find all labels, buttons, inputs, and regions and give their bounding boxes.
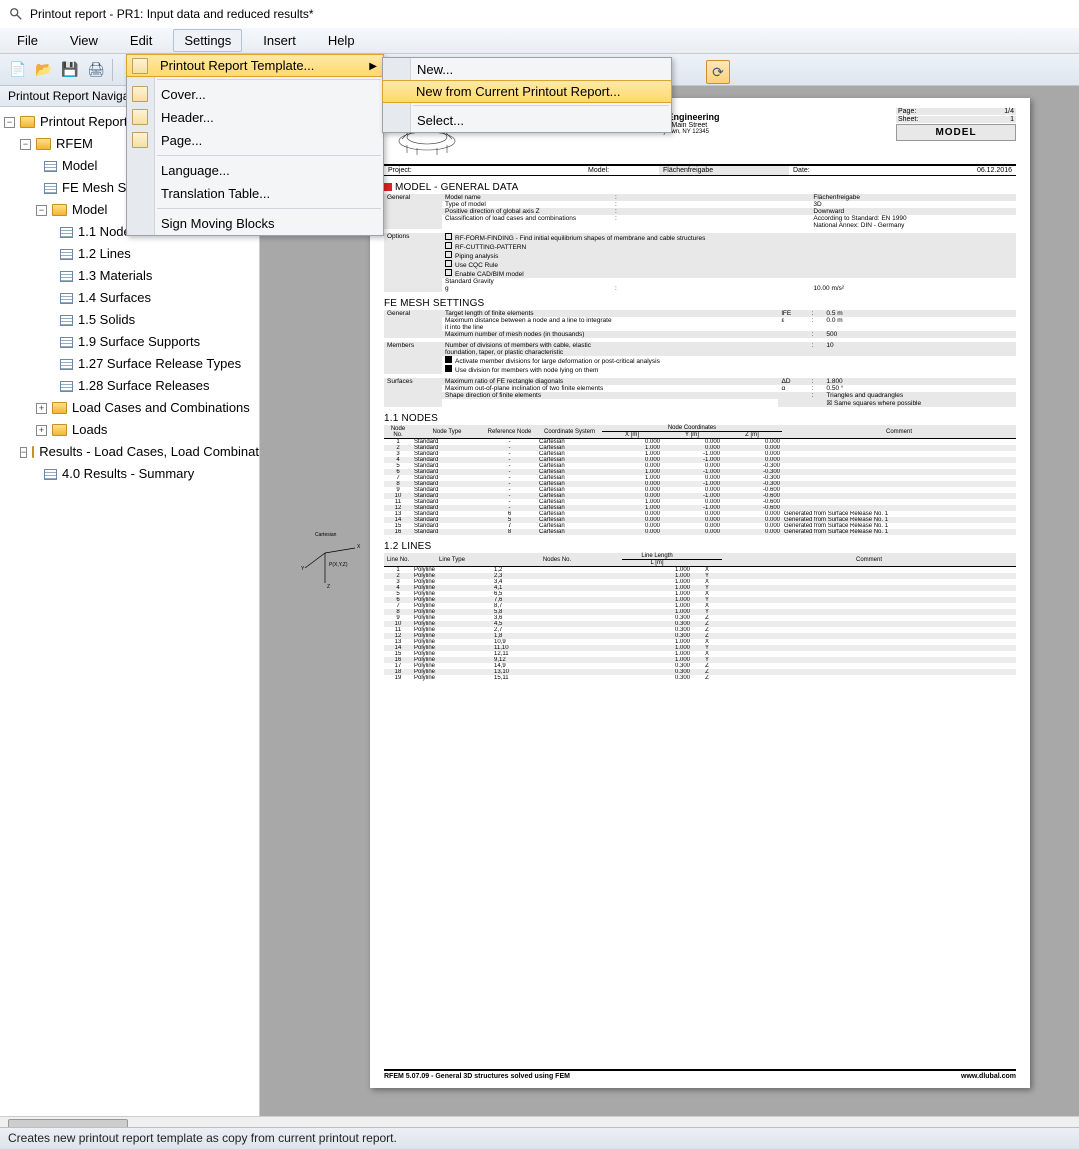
table-icon (60, 337, 73, 348)
svg-text:Y: Y (301, 566, 305, 572)
collapse-icon[interactable]: − (20, 139, 31, 150)
table-icon (60, 271, 73, 282)
folder-icon (36, 138, 51, 150)
general-data-table: GeneralModel name:Flächenfreigabe Type o… (384, 194, 1016, 292)
submenu-new[interactable]: New... (383, 58, 671, 81)
expand-icon[interactable]: + (36, 403, 47, 414)
table-icon (44, 161, 57, 172)
folder-icon (32, 446, 34, 458)
table-icon (60, 359, 73, 370)
submenu-select[interactable]: Select... (383, 109, 671, 132)
folder-icon (52, 204, 67, 216)
collapse-icon[interactable]: − (20, 447, 27, 458)
template-submenu: New... New from Current Printout Report.… (382, 57, 672, 133)
menu-file[interactable]: File (6, 29, 49, 52)
section-title: 1.1 NODES (384, 413, 1016, 424)
toolbar-open-icon[interactable]: 📂 (32, 58, 56, 82)
navigator-tree[interactable]: −Printout Report −RFEM Model FE Mesh Set… (0, 107, 259, 1116)
document-icon (132, 132, 148, 148)
settings-menu: Printout Report Template...▶ Cover... He… (126, 54, 384, 236)
menu-item-template[interactable]: Printout Report Template...▶ (126, 54, 384, 77)
document-icon (132, 58, 148, 74)
svg-text:P(X,Y,Z): P(X,Y,Z) (329, 562, 348, 568)
document-icon (132, 109, 148, 125)
menu-view[interactable]: View (59, 29, 109, 52)
table-icon (60, 227, 73, 238)
menu-edit[interactable]: Edit (119, 29, 163, 52)
toolbar-sep (112, 59, 113, 81)
report-page: ABC Engineering 123 Main Street Anytown,… (370, 98, 1030, 1088)
table-icon (44, 183, 57, 194)
document-icon (132, 86, 148, 102)
axis-indicator: Cartesian X Y Z P(X,Y,Z) (295, 528, 365, 608)
table-icon (60, 249, 73, 260)
toolbar-print-icon[interactable]: 🖨 (84, 58, 108, 82)
table-icon (44, 469, 57, 480)
collapse-icon[interactable]: − (4, 117, 15, 128)
section-title: FE MESH SETTINGS (384, 298, 1016, 309)
magnifier-icon (8, 6, 24, 22)
chevron-right-icon: ▶ (369, 61, 377, 72)
navigator-panel: Printout Report Navigator −Printout Repo… (0, 86, 260, 1116)
folder-icon (52, 424, 67, 436)
svg-text:Cartesian: Cartesian (315, 532, 337, 538)
menu-item-language[interactable]: Language... (127, 159, 383, 182)
header-meta: Page:1/4 Sheet:1 MODEL (896, 108, 1016, 141)
section-title: 1.2 LINES (384, 541, 1016, 552)
status-bar: Creates new printout report template as … (0, 1127, 1079, 1149)
svg-text:X: X (357, 544, 361, 550)
preview-area[interactable]: ABC Engineering 123 Main Street Anytown,… (260, 86, 1079, 1116)
collapse-icon[interactable]: − (36, 205, 47, 216)
lines-table: Line No.Line TypeNodes No.Line LengthCom… (384, 553, 1016, 681)
menu-help[interactable]: Help (317, 29, 366, 52)
menu-item-translation[interactable]: Translation Table... (127, 182, 383, 205)
folder-icon (20, 116, 35, 128)
title-bar: Printout report - PR1: Input data and re… (0, 0, 1079, 28)
page-footer: RFEM 5.07.09 - General 3D structures sol… (384, 1069, 1016, 1080)
section-title: MODEL - GENERAL DATA (384, 182, 1016, 193)
table-icon (60, 293, 73, 304)
toolbar-save-icon[interactable]: 💾 (58, 58, 82, 82)
menu-item-page[interactable]: Page... (127, 129, 383, 152)
nodes-table: Node No.Node TypeReference NodeCoordinat… (384, 425, 1016, 535)
menu-insert[interactable]: Insert (252, 29, 307, 52)
menu-item-header[interactable]: Header... (127, 106, 383, 129)
table-icon (60, 315, 73, 326)
toolbar-refresh-icon[interactable]: ⟳ (706, 60, 730, 84)
menu-item-cover[interactable]: Cover... (127, 83, 383, 106)
window-title: Printout report - PR1: Input data and re… (30, 7, 314, 21)
svg-text:Z: Z (327, 584, 330, 590)
menu-settings[interactable]: Settings (173, 29, 242, 52)
toolbar-new-icon[interactable]: 📄 (6, 58, 30, 82)
expand-icon[interactable]: + (36, 425, 47, 436)
submenu-new-current[interactable]: New from Current Printout Report... (382, 80, 672, 103)
table-icon (60, 381, 73, 392)
folder-icon (52, 402, 67, 414)
menu-item-sign[interactable]: Sign Moving Blocks (127, 212, 383, 235)
fe-mesh-table: GeneralTarget length of finite elementsl… (384, 310, 1016, 407)
main-area: Printout Report Navigator −Printout Repo… (0, 86, 1079, 1116)
menu-bar: File View Edit Settings Insert Help (0, 28, 1079, 54)
